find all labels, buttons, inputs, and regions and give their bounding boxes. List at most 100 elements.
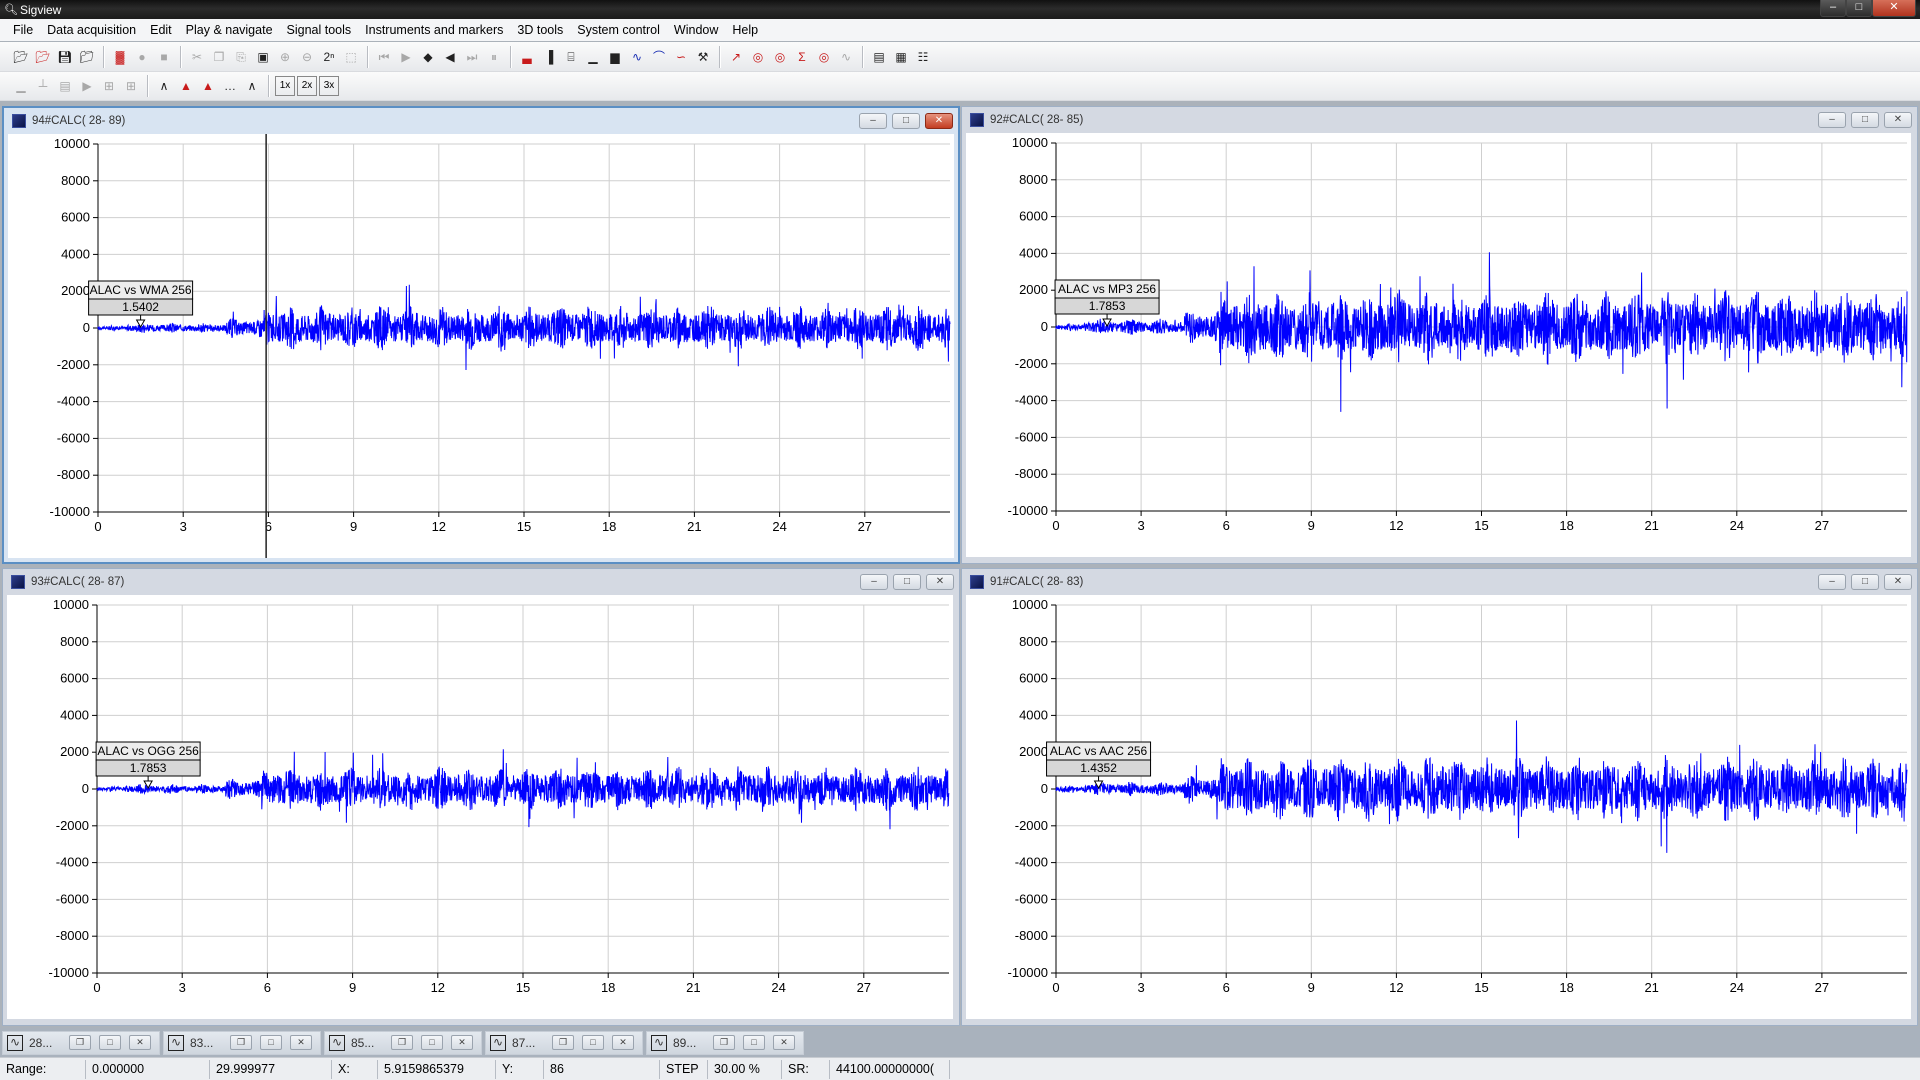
copy-icon[interactable]: ❐ <box>209 47 229 67</box>
taskbar-restore-button[interactable]: ❐ <box>552 1035 574 1050</box>
window-maximize-button[interactable]: □ <box>892 113 920 129</box>
derivative-icon[interactable]: ∽ <box>671 47 691 67</box>
line-style-5-icon[interactable]: ∧ <box>242 76 262 96</box>
paste-icon[interactable]: ⎘ <box>231 47 251 67</box>
taskbar-window-item[interactable]: ∿ 89... ❐ □ ✕ <box>646 1030 804 1055</box>
yellow-bars-icon[interactable]: ▆ <box>605 47 625 67</box>
tile-icon[interactable]: ▤ <box>869 47 889 67</box>
calculator-icon[interactable]: ⌸ <box>561 47 581 67</box>
menu-play-navigate[interactable]: Play & navigate <box>179 23 280 37</box>
window-header[interactable]: 91#CALC( 28- 83) – □ ✕ <box>962 569 1917 595</box>
zoom-out-icon[interactable]: ⊖ <box>297 47 317 67</box>
grid-1-icon[interactable]: ⊞ <box>99 76 119 96</box>
window-close-button[interactable]: ✕ <box>1884 112 1912 128</box>
plot-area[interactable]: 0 3 6 9 12 15 18 21 24 27 10000 8000 6000 4000 2000 0 -2… <box>966 595 1911 1019</box>
menu-instruments-and-markers[interactable]: Instruments and markers <box>358 23 510 37</box>
cut-icon[interactable]: ✂ <box>187 47 207 67</box>
taskbar-window-item[interactable]: ∿ 85... ❐ □ ✕ <box>324 1030 482 1055</box>
zoom-in-icon[interactable]: ⊕ <box>275 47 295 67</box>
taskbar-window-item[interactable]: ∿ 83... ❐ □ ✕ <box>163 1030 321 1055</box>
taskbar-maximize-button[interactable]: □ <box>743 1035 765 1050</box>
marker-label[interactable]: ALAC vs WMA 256 1.5402 <box>88 280 194 329</box>
open-icon[interactable]: 📂︎ <box>11 47 31 67</box>
stop-icon[interactable]: ■ <box>154 47 174 67</box>
close-button[interactable]: ✕ <box>1872 0 1916 17</box>
taskbar-restore-button[interactable]: ❐ <box>230 1035 252 1050</box>
maximize-button[interactable]: □ <box>1846 0 1872 17</box>
last-icon[interactable]: ⏭ <box>462 47 482 67</box>
plot-area[interactable]: 0 3 6 9 12 15 18 21 24 27 10000 8000 6000 4000 2000 0 -2… <box>7 595 953 1019</box>
wave-analysis-icon[interactable]: ∿ <box>836 47 856 67</box>
menu-window[interactable]: Window <box>667 23 725 37</box>
taskbar-restore-button[interactable]: ❐ <box>69 1035 91 1050</box>
plot-area[interactable]: 0 3 6 9 12 15 18 21 24 27 10000 8000 6000 4000 2000 0 -2… <box>966 133 1911 557</box>
wave-filter-icon[interactable]: ∿ <box>627 47 647 67</box>
window-maximize-button[interactable]: □ <box>893 574 921 590</box>
minimize-button[interactable]: – <box>1820 0 1846 17</box>
window-close-button[interactable]: ✕ <box>1884 574 1912 590</box>
line-style-2-icon[interactable]: ▲ <box>176 76 196 96</box>
save-icon[interactable]: 💾︎ <box>55 47 75 67</box>
taskbar-maximize-button[interactable]: □ <box>421 1035 443 1050</box>
window-header[interactable]: 94#CALC( 28- 89) – □ ✕ <box>4 108 958 134</box>
signal-chart[interactable]: 0 3 6 9 12 15 18 21 24 271000080006000400020000-2… <box>966 133 1911 557</box>
chart-type-1-icon[interactable]: ▁ <box>11 76 31 96</box>
spectrum-icon[interactable]: ▃ <box>517 47 537 67</box>
window-minimize-button[interactable]: – <box>860 574 888 590</box>
taskbar-close-button[interactable]: ✕ <box>290 1035 312 1050</box>
tree-icon[interactable]: ☷ <box>913 47 933 67</box>
window-close-button[interactable]: ✕ <box>926 574 954 590</box>
save-as-icon[interactable]: 📁︎ <box>77 47 97 67</box>
taskbar-close-button[interactable]: ✕ <box>773 1035 795 1050</box>
envelope-icon[interactable]: ⌒ <box>649 47 669 67</box>
play-icon[interactable]: ▶ <box>396 47 416 67</box>
max-icon[interactable]: ↗ <box>726 47 746 67</box>
signal-window[interactable]: 94#CALC( 28- 89) – □ ✕ 0 3 6 9 12 15 18 21 24 27 1… <box>2 106 960 564</box>
signal-window[interactable]: 91#CALC( 28- 83) – □ ✕ 0 3 6 9 12 15 18 21 24 27 1… <box>961 568 1918 1026</box>
record-wave-icon[interactable]: ▓ <box>110 47 130 67</box>
window-close-button[interactable]: ✕ <box>925 113 953 129</box>
signal-window[interactable]: 93#CALC( 28- 87) – □ ✕ 0 3 6 9 12 15 18 21 24 27 1… <box>2 568 960 1026</box>
min-icon[interactable]: ◎ <box>748 47 768 67</box>
sum-icon[interactable]: Σ <box>792 47 812 67</box>
first-icon[interactable]: ⏮ <box>374 47 394 67</box>
stdv-icon[interactable]: ◎ <box>770 47 790 67</box>
taskbar-close-button[interactable]: ✕ <box>612 1035 634 1050</box>
tools-icon[interactable]: ⚒ <box>693 47 713 67</box>
taskbar-restore-button[interactable]: ❐ <box>391 1035 413 1050</box>
menu-3d-tools[interactable]: 3D tools <box>510 23 570 37</box>
window-minimize-button[interactable]: – <box>1818 112 1846 128</box>
taskbar-window-item[interactable]: ∿ 28... ❐ □ ✕ <box>2 1030 160 1055</box>
cascade-icon[interactable]: ▦ <box>891 47 911 67</box>
signal-chart[interactable]: 0 3 6 9 12 15 18 21 24 271000080006000400020000-2… <box>966 595 1911 1019</box>
taskbar-maximize-button[interactable]: □ <box>260 1035 282 1050</box>
next-marker-icon[interactable]: ◀ <box>440 47 460 67</box>
rms-icon[interactable]: ◎ <box>814 47 834 67</box>
window-minimize-button[interactable]: – <box>859 113 887 129</box>
line-style-3-icon[interactable]: ▲ <box>198 76 218 96</box>
line-style-1-icon[interactable]: ∧ <box>154 76 174 96</box>
menu-help[interactable]: Help <box>725 23 765 37</box>
window-maximize-button[interactable]: □ <box>1851 112 1879 128</box>
grid-2-icon[interactable]: ⊞ <box>121 76 141 96</box>
chart-type-3-icon[interactable]: ▤ <box>55 76 75 96</box>
signal-chart[interactable]: 0 3 6 9 12 15 18 21 24 271000080006000400020000-2… <box>8 134 954 558</box>
scale-1x-button[interactable]: 1x <box>275 76 295 96</box>
window-minimize-button[interactable]: – <box>1818 574 1846 590</box>
taskbar-restore-button[interactable]: ❐ <box>713 1035 735 1050</box>
taskbar-maximize-button[interactable]: □ <box>99 1035 121 1050</box>
taskbar-window-item[interactable]: ∿ 87... ❐ □ ✕ <box>485 1030 643 1055</box>
menu-system-control[interactable]: System control <box>570 23 667 37</box>
bars-icon[interactable]: ▁ <box>583 47 603 67</box>
line-style-4-icon[interactable]: … <box>220 76 240 96</box>
pause-icon[interactable]: ⏸ <box>484 47 504 67</box>
menu-edit[interactable]: Edit <box>143 23 179 37</box>
window-header[interactable]: 93#CALC( 28- 87) – □ ✕ <box>3 569 959 595</box>
prev-marker-icon[interactable]: ◆ <box>418 47 438 67</box>
zoom-power-icon[interactable]: 2ⁿ <box>319 47 339 67</box>
signal-chart[interactable]: 0 3 6 9 12 15 18 21 24 271000080006000400020000-2… <box>7 595 953 1019</box>
marker-label[interactable]: ALAC vs MP3 256 1.7853 <box>1054 279 1160 328</box>
taskbar-close-button[interactable]: ✕ <box>451 1035 473 1050</box>
plot-area[interactable]: 0 3 6 9 12 15 18 21 24 27 10000 8000 6000 4000 2000 0 -2… <box>8 134 954 558</box>
scale-3x-button[interactable]: 3x <box>319 76 339 96</box>
